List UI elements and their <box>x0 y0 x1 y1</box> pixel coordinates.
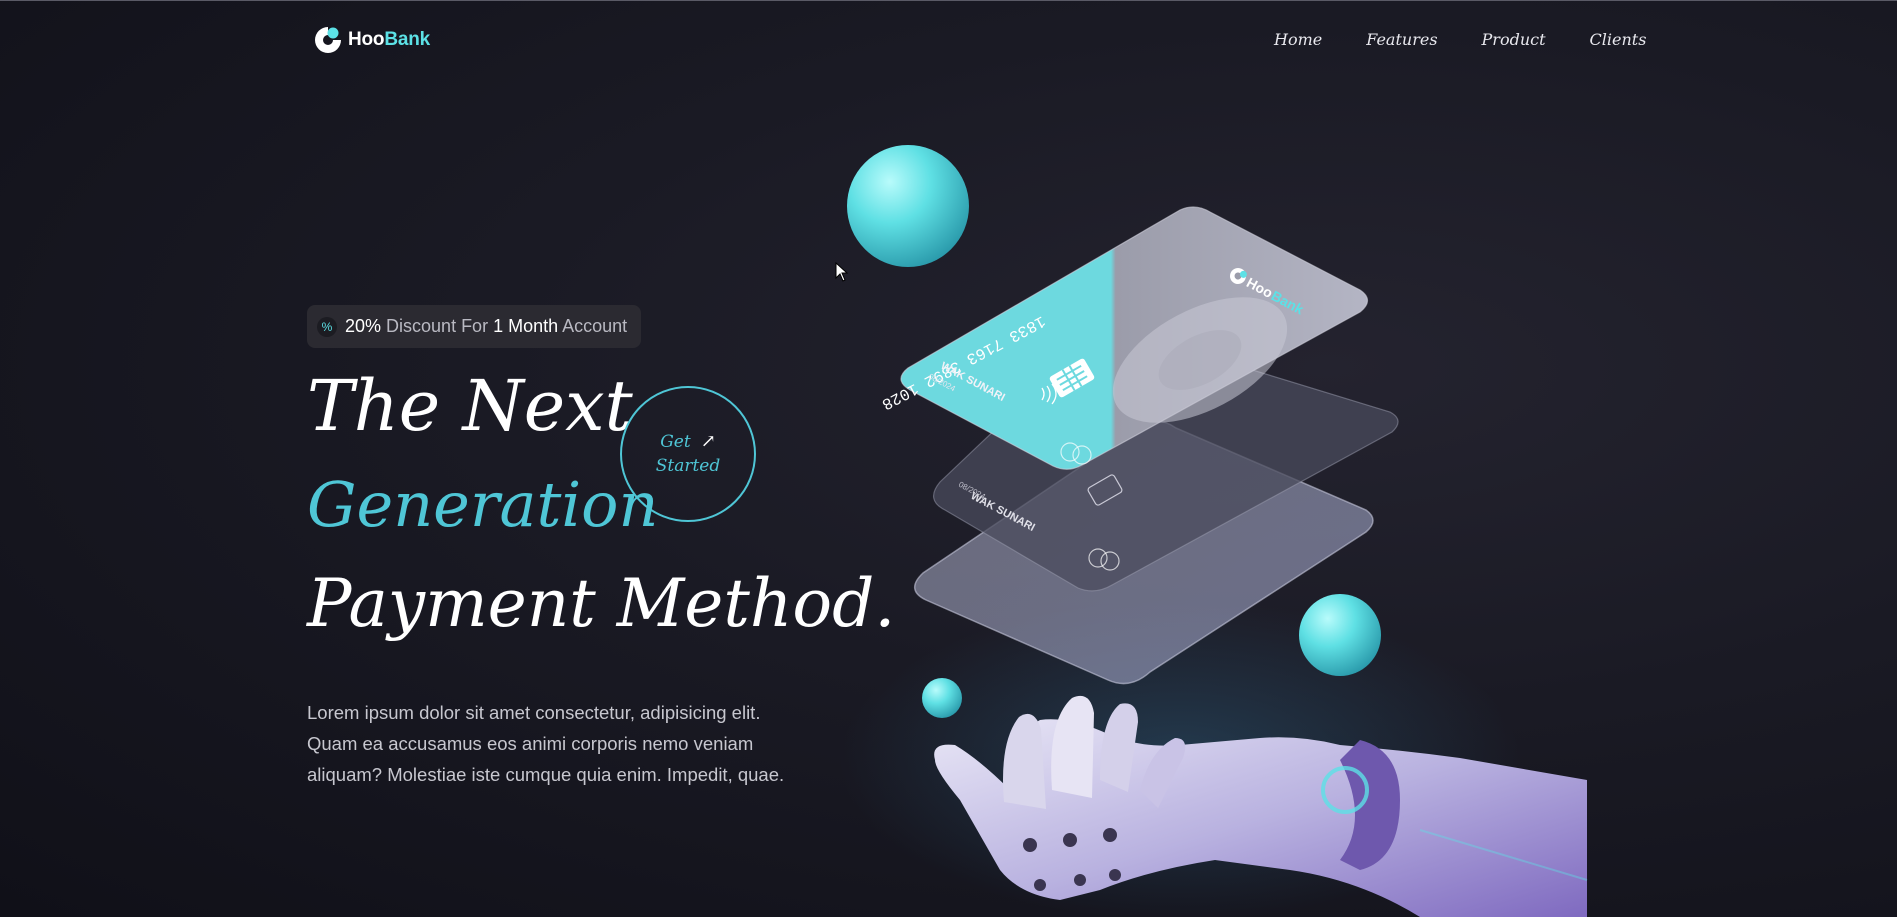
sphere-medium <box>1299 594 1381 676</box>
get-started-button[interactable]: Get ↗ Started <box>620 386 756 522</box>
hero-title-line-2: Generation <box>307 468 659 541</box>
card-middle-expiry: 08/2024 <box>957 480 987 502</box>
card-top-holder: WAK SUNARI <box>939 360 1007 404</box>
hero-title-line-1: The Next <box>307 365 633 447</box>
percent-icon: % <box>317 316 337 337</box>
contactless-icon <box>1041 383 1057 405</box>
nav-product[interactable]: Product <box>1482 30 1546 49</box>
hero-title-line-3: Payment Method. <box>307 565 896 642</box>
get-started-label-2: Started <box>655 456 721 476</box>
card-middle <box>933 327 1399 592</box>
discount-text-2: Account <box>558 316 628 336</box>
sphere-large <box>847 145 969 267</box>
discount-badge: % 20% Discount For 1 Month Account <box>307 305 641 348</box>
card-brand-part1: Hoo <box>1244 274 1276 301</box>
card-middle-holder: WAK SUNARI <box>969 490 1037 534</box>
hero-illustration: WAK SUNARI 08/2024 1833 7163 3892 1028 H… <box>840 145 1588 917</box>
mouse-cursor-icon <box>835 262 849 282</box>
brand-name-part2: Bank <box>384 29 431 50</box>
top-border <box>0 0 1897 1</box>
card-number: 1833 7163 3892 1028 <box>879 312 1049 414</box>
brand-name: HooBank <box>348 29 430 51</box>
discount-percent: 20% <box>345 316 382 336</box>
nav-home[interactable]: Home <box>1274 30 1322 49</box>
brand-name-part1: Hoo <box>348 29 385 50</box>
card-top-expiry: 08/2024 <box>927 372 957 394</box>
hero-description: Lorem ipsum dolor sit amet consectetur, … <box>307 701 785 785</box>
hoobank-logo-icon <box>312 24 344 56</box>
card-bottom <box>914 420 1374 685</box>
sphere-small <box>922 678 962 718</box>
card-top <box>900 206 1369 470</box>
card-brand-logo: Hoo Bank <box>1230 268 1307 318</box>
logo[interactable]: HooBank <box>312 24 430 56</box>
discount-text-1: Discount For <box>381 316 494 336</box>
card-chip-icon <box>1049 358 1095 398</box>
main-nav: Home Features Product Clients <box>1274 30 1646 49</box>
card-brand-circles-icon <box>1060 442 1120 571</box>
card-brand-part2: Bank <box>1269 287 1307 317</box>
nav-clients[interactable]: Clients <box>1590 30 1647 49</box>
get-started-label-1: Get <box>660 432 691 452</box>
arrow-up-right-icon: ↗ <box>700 431 716 452</box>
robot-hand-illustration <box>934 695 1588 917</box>
nav-features[interactable]: Features <box>1366 30 1437 49</box>
discount-duration: 1 Month <box>493 316 559 336</box>
card-middle-chip <box>1087 474 1123 506</box>
